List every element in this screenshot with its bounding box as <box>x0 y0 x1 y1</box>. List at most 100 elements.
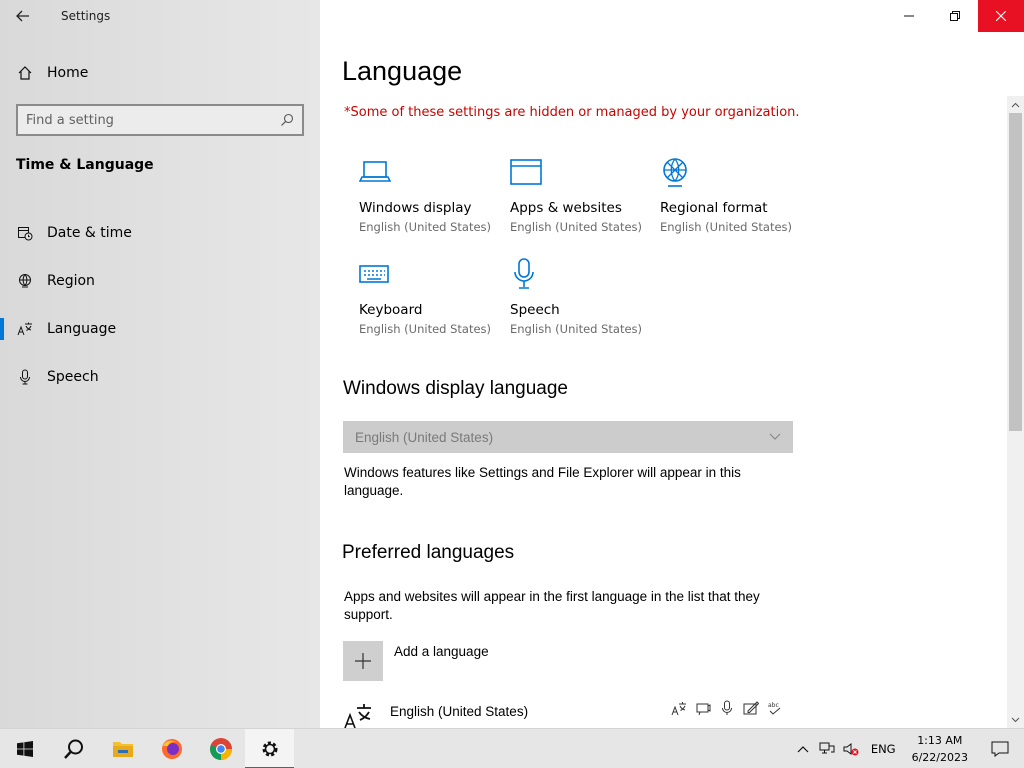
sidebar-item-region[interactable]: Region <box>0 257 320 305</box>
tile-speech[interactable]: Speech English (United States) <box>510 256 660 352</box>
minimize-icon <box>904 15 914 17</box>
microphone-icon <box>0 369 47 385</box>
chevron-up-icon <box>797 746 809 753</box>
tile-subtitle: English (United States) <box>510 322 643 336</box>
display-language-heading: Windows display language <box>343 378 568 399</box>
regional-format-icon <box>663 158 687 187</box>
close-button[interactable] <box>978 0 1024 32</box>
show-hidden-icons-button[interactable] <box>791 745 815 753</box>
notification-icon <box>991 741 1009 757</box>
text-to-speech-feature-icon <box>696 703 711 716</box>
network-icon <box>819 742 835 754</box>
taskbar-chrome[interactable] <box>196 729 245 768</box>
sidebar-item-home[interactable]: Home <box>0 58 320 88</box>
tile-subtitle: English (United States) <box>510 220 643 234</box>
preferred-languages-description: Apps and websites will appear in the fir… <box>344 589 760 622</box>
preferred-languages-heading: Preferred languages <box>342 542 515 563</box>
language-glyph-icon <box>343 700 390 728</box>
search-icon <box>63 739 83 759</box>
sidebar-item-label: Language <box>47 321 117 337</box>
start-icon <box>16 740 33 757</box>
file-explorer-icon <box>112 741 133 757</box>
tile-windows-display[interactable]: Windows display English (United States) <box>359 154 509 250</box>
volume-button[interactable] <box>839 742 863 756</box>
vertical-scrollbar[interactable] <box>1007 96 1024 728</box>
firefox-icon <box>161 738 182 759</box>
network-button[interactable] <box>815 742 839 756</box>
language-icon <box>0 321 47 337</box>
sidebar-item-language[interactable]: Language <box>0 305 320 353</box>
sidebar-item-date-time[interactable]: Date & time <box>0 209 320 257</box>
input-language-indicator[interactable]: ENG <box>871 742 896 756</box>
plus-icon <box>343 641 383 681</box>
tile-subtitle: English (United States) <box>660 220 793 234</box>
clock-time: 1:13 AM <box>917 734 963 747</box>
handwriting-feature-icon <box>743 701 759 715</box>
scroll-down-icon[interactable] <box>1007 711 1024 728</box>
language-name: English (United States) <box>390 704 529 719</box>
window-controls <box>886 0 1024 32</box>
home-icon <box>0 65 47 81</box>
clock-date: 6/22/2023 <box>911 751 968 764</box>
chrome-icon <box>209 737 232 760</box>
action-center-button[interactable] <box>976 729 1024 768</box>
close-icon <box>996 11 1006 21</box>
main-content: Language *Some of these settings are hid… <box>320 0 1024 728</box>
volume-muted-icon <box>843 743 859 756</box>
chevron-down-icon <box>769 433 781 440</box>
search-placeholder: Find a setting <box>26 112 114 128</box>
taskbar-file-explorer[interactable] <box>98 729 147 768</box>
tile-title: Keyboard <box>359 302 423 318</box>
language-list-item[interactable]: English (United States) abc <box>343 700 783 728</box>
search-input[interactable]: Find a setting <box>16 104 304 136</box>
sidebar-item-speech[interactable]: Speech <box>0 353 320 401</box>
svg-text:abc: abc <box>768 702 779 709</box>
minimize-button[interactable] <box>886 0 932 32</box>
start-button[interactable] <box>0 729 49 768</box>
sidebar: Settings Home Find a setting Time & Lang… <box>0 0 320 728</box>
settings-icon <box>262 741 277 756</box>
keyboard-icon <box>359 265 389 283</box>
sidebar-item-label: Date & time <box>47 225 132 241</box>
date-time-icon <box>0 225 47 241</box>
clock[interactable]: 1:13 AM 6/22/2023 <box>912 732 968 766</box>
add-language-label: Add a language <box>394 644 489 659</box>
tile-keyboard[interactable]: Keyboard English (United States) <box>359 256 509 352</box>
app-title: Settings <box>61 9 111 23</box>
tile-title: Speech <box>510 302 560 318</box>
display-language-description: Windows features like Settings and File … <box>344 465 741 498</box>
taskbar-settings[interactable] <box>245 728 294 768</box>
page-title: Language <box>342 56 463 86</box>
tile-title: Regional format <box>660 200 768 216</box>
title-bar: Settings <box>0 0 320 32</box>
tile-subtitle: English (United States) <box>359 322 492 336</box>
sidebar-nav: Date & time Region Language Speech <box>0 209 320 401</box>
display-language-feature-icon <box>671 702 686 716</box>
microphone-icon <box>514 258 534 289</box>
taskbar-search-button[interactable] <box>49 729 98 768</box>
taskbar-firefox[interactable] <box>147 729 196 768</box>
scroll-up-icon[interactable] <box>1007 96 1024 113</box>
display-language-dropdown[interactable]: English (United States) <box>343 421 793 453</box>
spellcheck-feature-icon: abc <box>768 702 781 715</box>
search-icon <box>281 113 294 126</box>
tile-title: Windows display <box>359 200 472 216</box>
tile-subtitle: English (United States) <box>359 220 492 234</box>
section-title: Time & Language <box>16 157 154 173</box>
system-tray: ENG 1:13 AM 6/22/2023 <box>791 729 1024 768</box>
taskbar: ENG 1:13 AM 6/22/2023 <box>0 728 1024 768</box>
sidebar-item-label: Home <box>47 65 89 81</box>
managed-warning: *Some of these settings are hidden or ma… <box>344 105 800 120</box>
tile-regional-format[interactable]: Regional format English (United States) <box>660 154 810 250</box>
scrollbar-thumb[interactable] <box>1009 113 1022 431</box>
laptop-icon <box>359 161 391 182</box>
back-arrow-icon <box>16 10 29 22</box>
restore-button[interactable] <box>932 0 978 32</box>
globe-icon <box>0 273 47 289</box>
add-language-button[interactable]: Add a language <box>343 641 489 681</box>
back-button[interactable] <box>0 0 46 32</box>
window-icon <box>510 159 542 185</box>
display-language-value: English (United States) <box>355 429 494 445</box>
tile-apps-websites[interactable]: Apps & websites English (United States) <box>510 154 660 250</box>
sidebar-item-label: Region <box>47 273 95 289</box>
